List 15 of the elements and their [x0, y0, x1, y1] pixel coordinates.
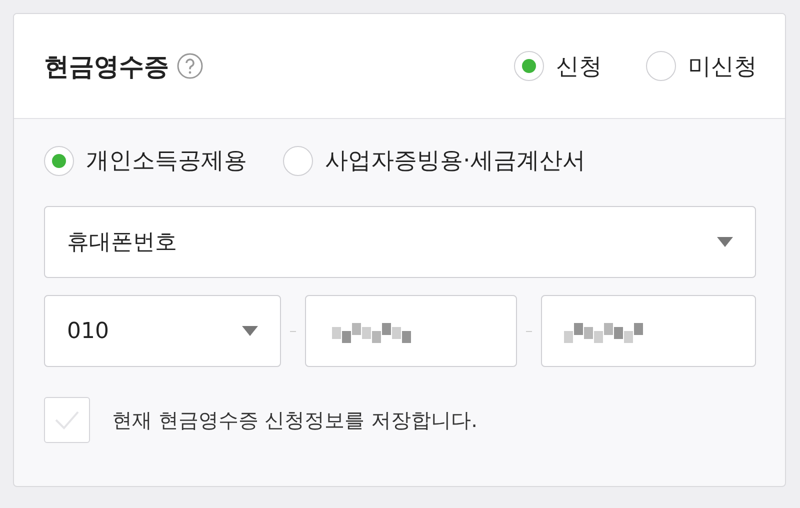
- phone-last-field[interactable]: [541, 295, 756, 367]
- phone-prefix-select[interactable]: 010: [44, 295, 281, 367]
- save-checkbox[interactable]: [44, 397, 90, 443]
- id-type-select[interactable]: 휴대폰번호: [44, 206, 756, 278]
- caret-icon: [242, 326, 258, 336]
- save-info-label: 현재 현금영수증 신청정보를 저장합니다.: [112, 406, 478, 434]
- check-icon: [54, 410, 80, 430]
- phone-middle-field[interactable]: [304, 295, 518, 367]
- help-icon[interactable]: [177, 53, 203, 79]
- radio-option[interactable]: 신청: [514, 50, 602, 82]
- radio-option[interactable]: 미신청: [646, 50, 757, 82]
- radio-option[interactable]: 사업자증빙용·세금계산서: [283, 145, 586, 176]
- radio-option[interactable]: 개인소득공제용: [44, 145, 247, 176]
- section-title: 현금영수증: [44, 50, 169, 82]
- caret-icon: [717, 237, 733, 247]
